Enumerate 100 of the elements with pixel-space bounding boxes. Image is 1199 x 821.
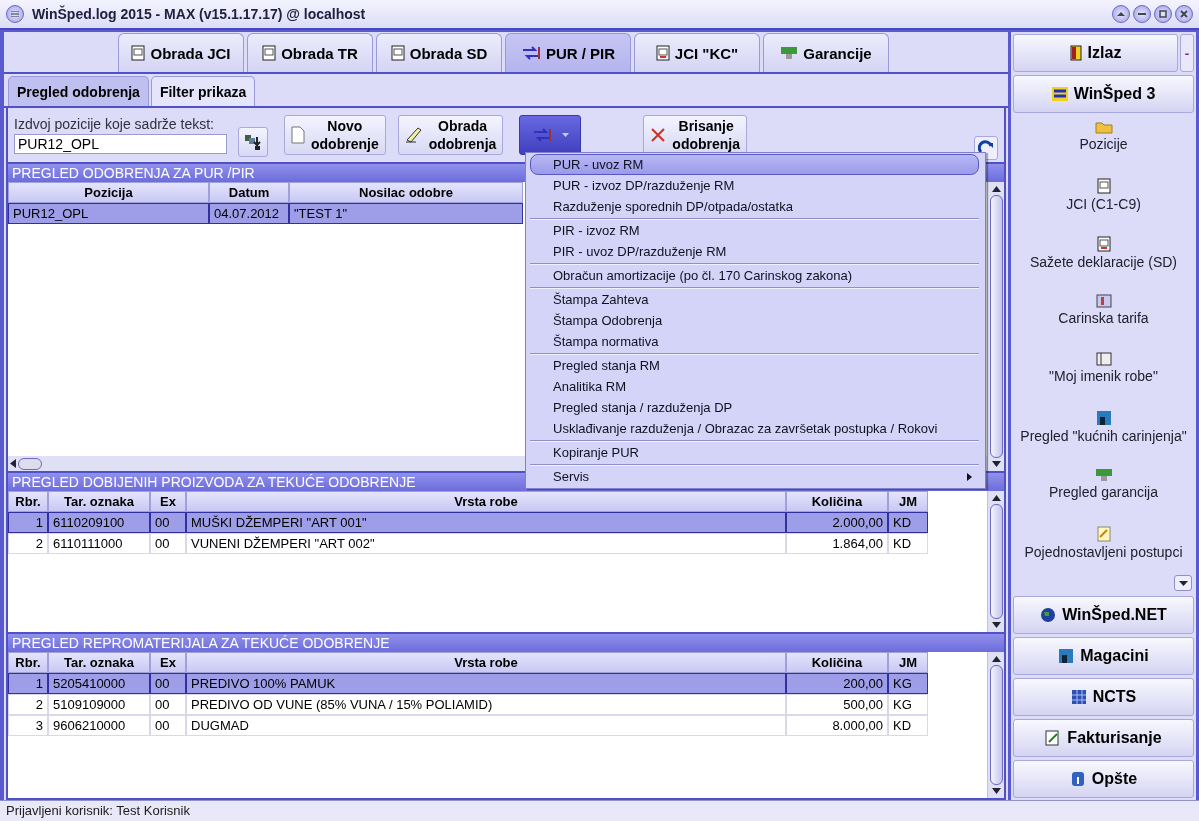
menu-item[interactable]: Usklađivanje razduženja / Obrazac za završetak postupka / Rokovi xyxy=(530,418,979,439)
system-menu-button[interactable] xyxy=(6,5,24,23)
column-header[interactable]: Vrsta robe xyxy=(186,652,786,674)
invoice-icon xyxy=(1045,730,1062,746)
table-cell: 00 xyxy=(150,673,186,695)
table-cell: 1 xyxy=(8,673,48,695)
menu-item[interactable]: Štampa Odobrenja xyxy=(530,310,979,331)
section-header-button[interactable]: WinŠped 3 xyxy=(1013,75,1194,113)
tab[interactable]: JCI "KC" xyxy=(634,33,760,72)
table-cell: "TEST 1" xyxy=(289,202,523,224)
column-header[interactable]: Datum xyxy=(209,181,289,203)
column-header[interactable]: JM xyxy=(888,491,928,513)
close-button[interactable] xyxy=(1175,5,1193,23)
tab[interactable]: Garancije xyxy=(763,33,889,72)
maximize-button[interactable] xyxy=(1154,5,1172,23)
table-cell: 8.000,00 xyxy=(786,715,888,737)
scroll-thumb[interactable] xyxy=(18,457,42,470)
filter-button[interactable] xyxy=(238,126,268,157)
table-cell: 500,00 xyxy=(786,694,888,716)
column-header[interactable]: Tar. oznaka xyxy=(48,491,150,513)
filter-icon xyxy=(244,132,262,151)
table-cell: VUNENI DŽEMPERI "ART 002" xyxy=(186,533,786,555)
collapse-button[interactable] xyxy=(1112,5,1130,23)
minimize-button[interactable] xyxy=(1133,5,1151,23)
tab[interactable]: PUR / PIR xyxy=(505,33,631,72)
menu-item[interactable]: PUR - uvoz RM xyxy=(530,154,979,175)
column-header[interactable]: Ex xyxy=(150,491,186,513)
menu-item[interactable]: Pregled stanja RM xyxy=(530,355,979,376)
column-header[interactable]: Vrsta robe xyxy=(186,491,786,513)
sidebar-item[interactable]: Sažete deklaracije (SD) xyxy=(1029,254,1178,270)
minimize-panel-button[interactable]: - xyxy=(1180,34,1194,72)
column-header[interactable]: Tar. oznaka xyxy=(48,652,150,674)
scroll-thumb[interactable] xyxy=(989,504,1003,620)
column-header[interactable]: Pozicija xyxy=(8,181,209,203)
menu-item[interactable]: Štampa Zahteva xyxy=(530,289,979,310)
table-cell: 1 xyxy=(8,512,48,534)
sidebar-item[interactable]: Carinska tarifa xyxy=(1058,310,1149,326)
menu-item[interactable]: Obračun amortizacije (po čl. 170 Carinskog zakona) xyxy=(530,265,979,286)
column-header[interactable]: Rbr. xyxy=(8,652,48,674)
tab[interactable]: Obrada SD xyxy=(376,33,502,72)
table-cell: DUGMAD xyxy=(186,715,786,737)
scrollbar[interactable] xyxy=(987,652,1004,798)
actions-menu-button[interactable] xyxy=(519,114,582,155)
scroll-down-icon xyxy=(991,622,1001,629)
tab[interactable]: Obrada JCI xyxy=(118,33,244,72)
section-button[interactable]: Magacini xyxy=(1013,637,1194,675)
scroll-down-icon xyxy=(991,788,1001,794)
section-button[interactable]: Fakturisanje xyxy=(1013,719,1194,757)
filter-label: Izdvoj pozicije koje sadrže tekst: xyxy=(14,115,215,132)
table-cell: 5109109000 xyxy=(48,694,150,716)
table-cell: 04.07.2012 xyxy=(209,202,289,224)
table-cell: PREDIVO 100% PAMUK xyxy=(186,673,786,695)
sidebar-item[interactable]: Pregled "kućnih carinjenja" xyxy=(1020,428,1187,444)
menu-item[interactable]: Razduženje sporednih DP/otpada/ostatka xyxy=(530,196,979,217)
sidebar-item[interactable]: "Moj imenik robe" xyxy=(1049,368,1158,384)
grid-icon xyxy=(1070,689,1087,705)
tab[interactable]: Filter prikaza xyxy=(150,76,256,106)
logo-icon xyxy=(1051,87,1068,101)
scroll-thumb[interactable] xyxy=(989,665,1003,785)
menu-item[interactable]: Pregled stanja / razduženja DP xyxy=(530,397,979,418)
sidebar-item[interactable]: Pregled garancija xyxy=(1049,484,1158,500)
warehouse-icon xyxy=(1058,648,1075,664)
column-header[interactable]: JM xyxy=(888,652,928,674)
section-button[interactable]: NCTS xyxy=(1013,678,1194,716)
tab[interactable]: Pregled odobrenja xyxy=(8,76,149,106)
menu-item[interactable]: PIR - uvoz DP/razduženje RM xyxy=(530,241,979,262)
section-button[interactable]: WinŠped.NET xyxy=(1013,596,1194,634)
delete-approval-button[interactable]: Brisanje odobrenja xyxy=(643,114,747,155)
table-cell: KG xyxy=(888,673,928,695)
filter-field[interactable]: PUR12_OPL xyxy=(14,133,227,154)
sidebar-item[interactable]: Pozicije xyxy=(1079,136,1128,152)
tab[interactable]: Obrada TR xyxy=(247,33,373,72)
scroll-down-button[interactable] xyxy=(1174,575,1192,591)
exit-button[interactable]: Izlaz xyxy=(1013,34,1178,72)
menu-item[interactable]: PIR - izvoz RM xyxy=(530,220,979,241)
column-header[interactable]: Količina xyxy=(786,491,888,513)
section-button[interactable]: Opšte xyxy=(1013,760,1194,798)
maximize-icon xyxy=(1159,10,1167,18)
menu-item[interactable]: Analitika RM xyxy=(530,376,979,397)
sidebar-item[interactable]: JCI (C1-C9) xyxy=(1066,196,1141,212)
door-icon xyxy=(1069,45,1082,61)
column-header[interactable]: Količina xyxy=(786,652,888,674)
table-cell: KD xyxy=(888,533,928,555)
column-header[interactable]: Ex xyxy=(150,652,186,674)
scroll-thumb[interactable] xyxy=(989,194,1003,459)
notepad-icon xyxy=(1096,526,1111,542)
column-header[interactable]: Nosilac odobre xyxy=(289,181,523,203)
sidebar-item[interactable]: Pojednostavljeni postupci xyxy=(1024,544,1183,560)
table-cell: 2 xyxy=(8,533,48,555)
scrollbar[interactable] xyxy=(987,181,1004,472)
menu-item[interactable]: Kopiranje PUR xyxy=(530,442,979,463)
document-icon xyxy=(262,45,277,61)
document-icon xyxy=(390,45,405,61)
column-header[interactable]: Rbr. xyxy=(8,491,48,513)
collapse-icon xyxy=(1117,10,1125,18)
new-approval-button[interactable]: Novo odobrenje xyxy=(284,114,386,155)
menu-item[interactable]: Štampa normativa xyxy=(530,331,979,352)
edit-approval-button[interactable]: Obrada odobrenja xyxy=(397,114,504,155)
scrollbar[interactable] xyxy=(987,491,1004,633)
scroll-up-icon xyxy=(991,495,1001,502)
